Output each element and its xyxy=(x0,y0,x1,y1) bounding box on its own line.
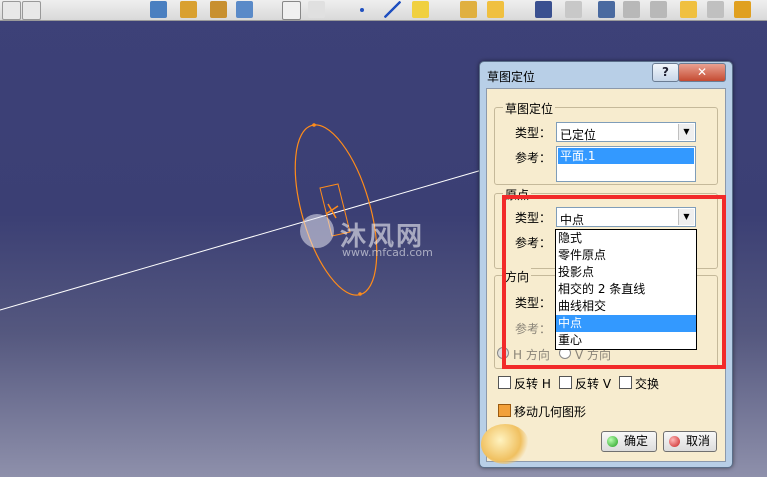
sketch-ellipse xyxy=(294,124,378,296)
move-geometry-checkbox[interactable] xyxy=(498,404,511,417)
cancel-button[interactable]: 取消 xyxy=(663,431,717,452)
reverse-h-label: 反转 H xyxy=(514,377,551,391)
move-geometry-label: 移动几何图形 xyxy=(514,405,587,419)
reverse-h-checkbox[interactable] xyxy=(498,376,511,389)
help-button[interactable]: ? xyxy=(652,63,679,82)
dialog-titlebar[interactable]: 草图定位 ? ✕ xyxy=(480,62,732,88)
sketch-type-value: 已定位 xyxy=(560,128,597,142)
sketch-point-bottom xyxy=(358,292,362,296)
reference-label: 参考： xyxy=(515,151,552,165)
watermark-logo-icon xyxy=(300,214,334,248)
globe-icon xyxy=(481,424,529,464)
sketch-reference-value[interactable]: 平面.1 xyxy=(558,148,694,164)
sketch-positioning-legend: 草图定位 xyxy=(503,100,556,117)
sketch-point-top xyxy=(312,123,316,127)
ok-button[interactable]: 确定 xyxy=(601,431,657,452)
reverse-v-checkbox[interactable] xyxy=(559,376,572,389)
type-label: 类型： xyxy=(515,126,552,140)
dialog-title: 草图定位 xyxy=(487,70,536,84)
chevron-down-icon[interactable]: ▼ xyxy=(678,124,694,140)
swap-checkbox[interactable] xyxy=(619,376,632,389)
ok-label: 确定 xyxy=(624,434,649,448)
close-button[interactable]: ✕ xyxy=(678,63,726,82)
cancel-label: 取消 xyxy=(686,434,711,448)
cancel-icon xyxy=(669,436,680,447)
highlight-box xyxy=(502,195,726,369)
swap-label: 交换 xyxy=(635,377,660,391)
sketch-reference-list[interactable]: 平面.1 xyxy=(556,146,696,182)
sketch-type-select[interactable]: 已定位 ▼ xyxy=(556,122,696,142)
reverse-v-label: 反转 V xyxy=(575,377,612,391)
ok-icon xyxy=(607,436,618,447)
watermark-url: www.mfcad.com xyxy=(342,246,433,259)
sketch-positioning-group: 草图定位 类型： 已定位 ▼ 参考： 平面.1 xyxy=(494,100,718,185)
